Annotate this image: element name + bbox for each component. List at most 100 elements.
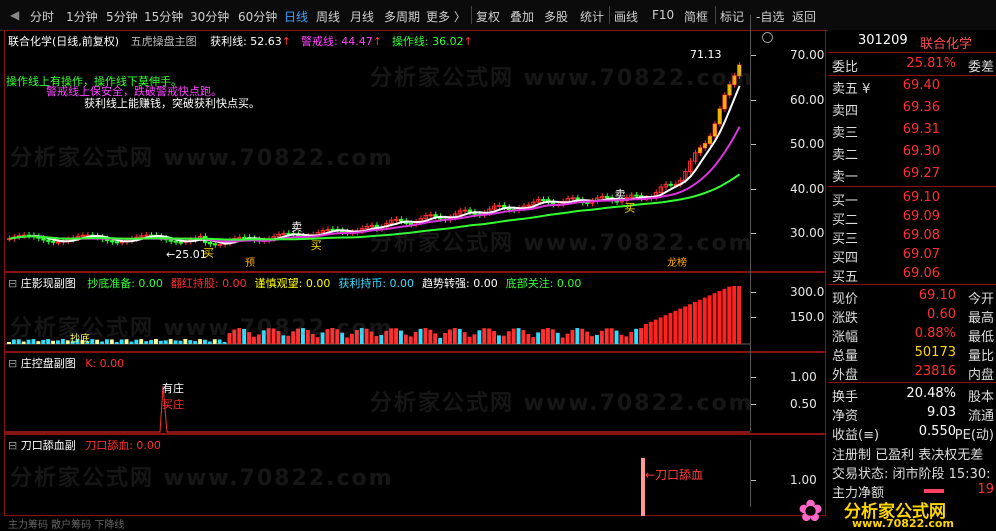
sub1-bar — [575, 328, 580, 344]
toolbar-item-12[interactable]: 叠加 — [510, 8, 534, 25]
divider — [828, 284, 996, 285]
toolbar-item-16[interactable]: F10 — [652, 8, 674, 22]
toolbar-item-14[interactable]: 统计 — [580, 8, 604, 25]
sub1-bar — [114, 341, 119, 344]
sub1-bar — [546, 328, 550, 344]
toolbar-item-7[interactable]: 周线 — [316, 8, 340, 25]
registration-row: 注册制 已盈利 表决权无差 — [832, 448, 984, 463]
back-arrow-icon[interactable]: ◀ — [10, 8, 19, 22]
toolbar-item-15[interactable]: 画线 — [614, 8, 638, 25]
candle-body — [668, 183, 673, 186]
sub1-bar — [399, 330, 403, 344]
ask-row: 卖五 ¥69.40 — [832, 78, 940, 97]
trade-status-row: 交易状态: 闭市阶段 15:30: — [832, 467, 991, 482]
sub1-bar — [560, 337, 565, 344]
sub1-bar — [590, 336, 594, 344]
toolbar-item-5[interactable]: 60分钟 — [238, 8, 277, 25]
sub1-bar — [521, 330, 526, 344]
sub1-bar — [526, 334, 531, 344]
sub1-bar — [673, 310, 678, 344]
candle-body — [207, 241, 213, 245]
list-mark: 龙榜 — [667, 256, 687, 269]
sub1-bar — [722, 288, 727, 344]
sub1-bar — [511, 328, 516, 344]
toolbar-item-9[interactable]: 多周期 — [384, 8, 420, 25]
candle-body — [178, 241, 183, 244]
sub1-bar — [516, 328, 521, 344]
candle-body — [56, 241, 61, 244]
toolbar-item-19[interactable]: -自选 — [756, 8, 784, 25]
stat2-row: 收益(≡) 0.550 PE(动) — [832, 424, 994, 443]
candle-body — [698, 147, 702, 153]
stat-row: 总量 50173 量比 — [832, 345, 994, 364]
toolbar-item-18[interactable]: 标记 — [720, 8, 744, 25]
main-tick-label: 70.00 — [790, 48, 825, 62]
toolbar-separator — [715, 6, 716, 24]
candle-body — [399, 218, 404, 222]
quote-panel: 301209 联合化学 委比 25.81% 委差 卖五 ¥69.40 卖四 69.36 卖三 69… — [798, 30, 996, 530]
main-tick-label: 50.00 — [790, 137, 825, 151]
toolbar-item-2[interactable]: 5分钟 — [106, 8, 138, 25]
sub2-note-2: 买庄 — [162, 398, 184, 411]
sub1-bar — [580, 328, 585, 344]
sub1-bar — [222, 341, 227, 344]
toolbar-item-4[interactable]: 30分钟 — [190, 8, 229, 25]
candle-body — [212, 243, 218, 246]
candle-body — [242, 236, 247, 239]
sub1-bar — [428, 329, 433, 344]
sub1-bar — [565, 333, 570, 344]
sub1-bar — [550, 329, 555, 344]
toolbar-item-10[interactable]: 更多 〉 — [426, 8, 466, 25]
bid-row: 买五 69.06 — [832, 266, 940, 285]
sub1-bar — [418, 328, 423, 344]
candle-body — [541, 199, 546, 202]
divider — [828, 186, 996, 187]
bottom-indicator-strip: 主力筹码 散户筹码 下降线 — [8, 520, 125, 531]
candle-body — [497, 204, 502, 207]
collapse-icon[interactable] — [762, 32, 773, 43]
sub1-bar — [394, 328, 398, 344]
candle-body — [703, 143, 707, 148]
toolbar-item-17[interactable]: 简框 — [684, 8, 708, 25]
sub1-bar — [668, 313, 673, 344]
toolbar-item-13[interactable]: 多股 — [544, 8, 568, 25]
candle-body — [173, 240, 179, 243]
stock-name: 联合化学 — [920, 37, 973, 52]
sub1-bar — [443, 333, 447, 344]
bid-row: 买四 69.07 — [832, 247, 940, 266]
candle-body — [634, 194, 639, 197]
main-tick-label: 40.00 — [790, 181, 825, 196]
candle-body — [604, 195, 610, 199]
sub1-bar — [457, 328, 462, 344]
candle-body — [526, 204, 531, 207]
sub1-bar — [717, 291, 722, 344]
bid-row: 买一 69.10 — [832, 190, 940, 209]
sub1-bar — [536, 332, 541, 344]
toolbar-item-11[interactable]: 复权 — [476, 8, 500, 25]
stat2-row: 换手 20.48% 股本 — [832, 386, 994, 405]
candle-body — [467, 209, 473, 213]
sub2-tick-label: 1.00 — [790, 370, 817, 384]
toolbar-item-1[interactable]: 1分钟 — [66, 8, 98, 25]
watermark: 分析家公式网 www.70822.com — [370, 66, 754, 91]
candle-body — [585, 202, 590, 205]
sub1-bar — [472, 334, 477, 344]
sub1-bar — [585, 331, 590, 344]
toolbar-item-8[interactable]: 月线 — [350, 8, 374, 25]
sub2-note-1: 有庄 — [162, 382, 184, 395]
toolbar-item-20[interactable]: 返回 — [792, 8, 816, 25]
sub1-bar — [614, 330, 619, 344]
sub3-tick-label: 1.00 — [790, 473, 817, 487]
toolbar-item-3[interactable]: 15分钟 — [144, 8, 183, 25]
sub1-bar — [541, 329, 545, 344]
candle-body — [168, 239, 174, 242]
candle-body — [46, 239, 51, 242]
sub1-bar — [467, 336, 472, 344]
watermark: 分析家公式网 www.70822.com — [370, 231, 754, 256]
toolbar-item-6[interactable]: 日线 — [284, 8, 308, 25]
sub1-bar — [570, 329, 575, 344]
toolbar-separator — [609, 6, 610, 24]
signal-buy: 买 — [311, 239, 322, 252]
toolbar-item-0[interactable]: 分时 — [30, 8, 54, 25]
sub1-bar — [595, 334, 599, 344]
